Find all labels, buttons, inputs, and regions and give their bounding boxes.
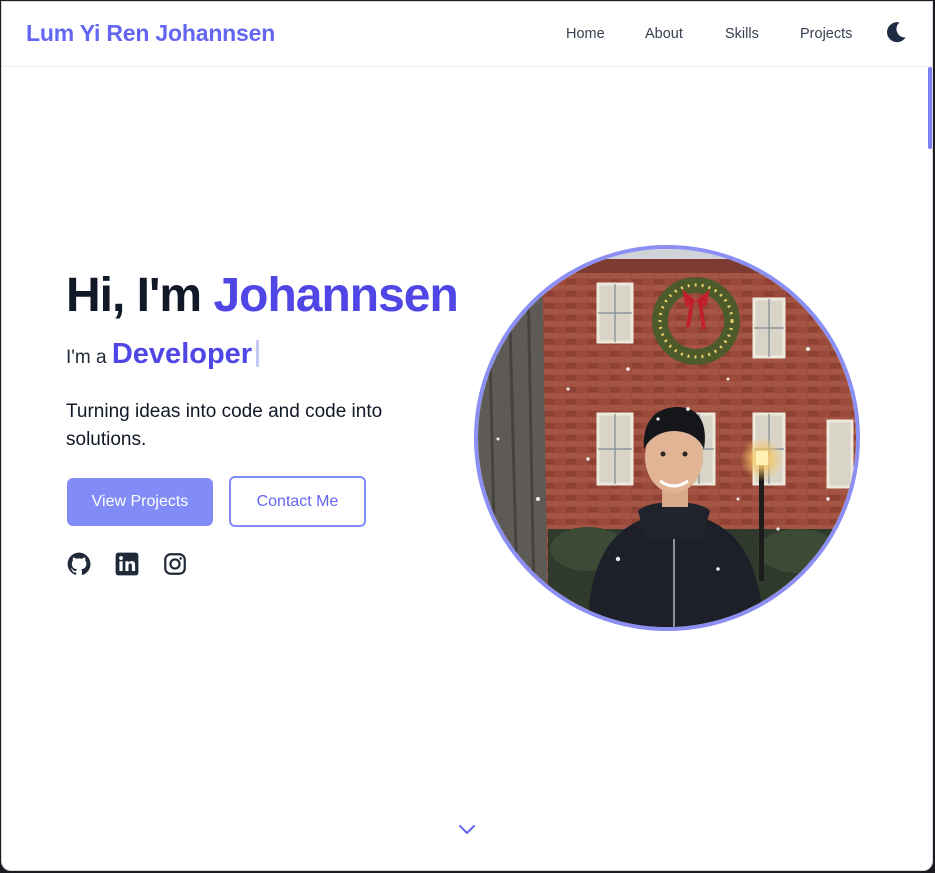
page-scrollbar[interactable] <box>928 67 932 867</box>
profile-photo <box>474 245 860 631</box>
nav-link-home[interactable]: Home <box>566 26 605 42</box>
role-typewriter: I'm a Developer <box>66 338 260 371</box>
linkedin-icon <box>115 552 139 576</box>
hero-tagline: Turning ideas into code and code into so… <box>66 401 383 450</box>
profile-photo-image <box>478 249 856 627</box>
nav-link-about[interactable]: About <box>645 26 683 42</box>
hero-greeting: Hi, I'm <box>66 269 214 322</box>
navbar: Lum Yi Ren Johannsen Home About Skills P… <box>2 2 932 67</box>
github-icon <box>67 552 91 575</box>
contact-me-button[interactable]: Contact Me <box>229 476 366 527</box>
nav-link-projects[interactable]: Projects <box>800 26 852 42</box>
instagram-icon <box>164 553 186 575</box>
moon-icon <box>887 22 906 43</box>
hero-name: Johannsen <box>213 269 458 322</box>
scroll-down-button[interactable] <box>456 822 478 838</box>
theme-toggle-button[interactable] <box>882 18 910 46</box>
linkedin-link[interactable] <box>114 551 140 577</box>
brand-logo[interactable]: Lum Yi Ren Johannsen <box>26 20 275 47</box>
role-prefix: I'm a <box>66 347 112 368</box>
view-projects-button[interactable]: View Projects <box>67 478 213 526</box>
typing-caret <box>256 340 260 367</box>
scrollbar-thumb[interactable] <box>928 67 932 149</box>
nav-link-skills[interactable]: Skills <box>725 26 759 42</box>
instagram-link[interactable] <box>162 551 188 577</box>
browser-window: Lum Yi Ren Johannsen Home About Skills P… <box>1 1 933 871</box>
role-word: Developer <box>111 338 253 370</box>
hero-heading: Hi, I'm Johannsen <box>66 268 459 323</box>
github-link[interactable] <box>66 551 92 577</box>
chevron-down-icon <box>459 825 475 834</box>
